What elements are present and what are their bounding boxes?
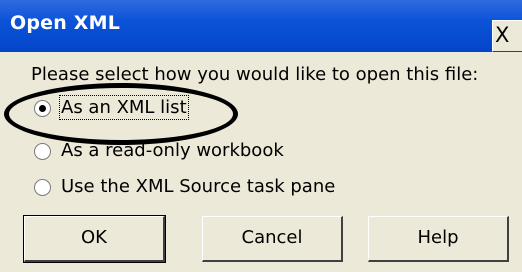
open-xml-dialog: Open XML X Please select how you would l… <box>0 0 522 272</box>
ok-button[interactable]: OK <box>23 215 166 263</box>
option-label: Use the XML Source task pane <box>61 176 336 197</box>
option-label: As a read-only workbook <box>61 140 284 161</box>
prompt-text: Please select how you would like to open… <box>31 64 479 85</box>
title-bar[interactable]: Open XML <box>0 0 522 52</box>
close-icon: X <box>495 23 510 47</box>
option-label: As an XML list <box>59 95 189 120</box>
help-button[interactable]: Help <box>368 216 509 262</box>
radio-read-only-workbook[interactable] <box>34 143 51 160</box>
radio-xml-list[interactable] <box>34 100 51 117</box>
cancel-button[interactable]: Cancel <box>202 216 343 262</box>
radio-xml-source-pane[interactable] <box>34 179 51 196</box>
close-button[interactable]: X <box>492 20 522 52</box>
window-title: Open XML <box>10 12 121 34</box>
